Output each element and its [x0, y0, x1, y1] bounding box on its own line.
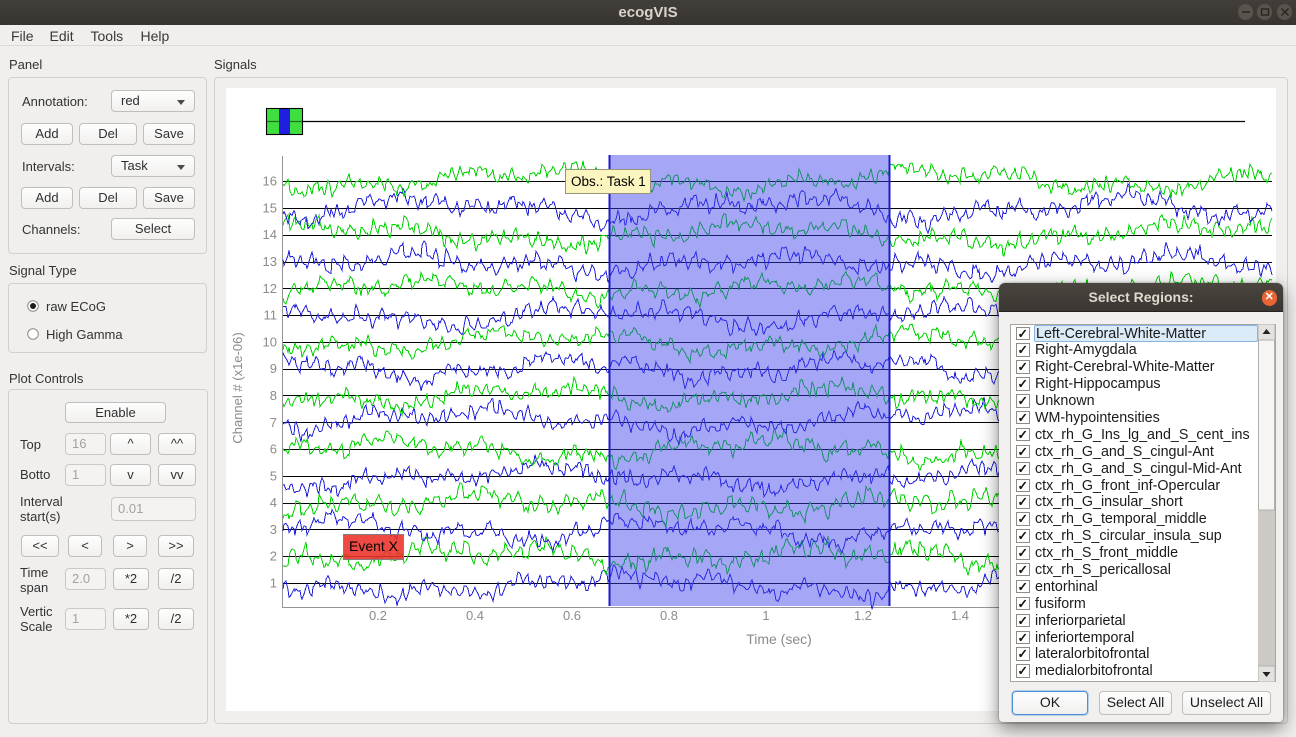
svg-text:Time (sec): Time (sec)	[746, 631, 812, 647]
svg-text:0.6: 0.6	[563, 608, 581, 623]
svg-text:7: 7	[270, 415, 277, 430]
svg-text:1: 1	[270, 576, 277, 591]
svg-text:16: 16	[263, 174, 277, 189]
svg-text:15: 15	[263, 200, 277, 215]
svg-text:0.8: 0.8	[660, 608, 678, 623]
svg-text:12: 12	[263, 281, 277, 296]
svg-text:14: 14	[263, 227, 277, 242]
svg-text:2: 2	[270, 549, 277, 564]
svg-text:6: 6	[270, 442, 277, 457]
svg-text:10: 10	[263, 334, 277, 349]
svg-text:1.2: 1.2	[854, 608, 872, 623]
svg-text:5: 5	[270, 468, 277, 483]
svg-text:8: 8	[270, 388, 277, 403]
svg-text:4: 4	[270, 495, 277, 510]
svg-text:9: 9	[270, 361, 277, 376]
svg-text:3: 3	[270, 522, 277, 537]
svg-text:13: 13	[263, 254, 277, 269]
svg-text:1.4: 1.4	[951, 608, 969, 623]
svg-text:1: 1	[762, 608, 769, 623]
svg-text:11: 11	[264, 308, 278, 323]
svg-text:0.2: 0.2	[369, 608, 387, 623]
svg-text:Channel # (x1e-06): Channel # (x1e-06)	[230, 332, 245, 443]
svg-text:0.4: 0.4	[466, 608, 484, 623]
